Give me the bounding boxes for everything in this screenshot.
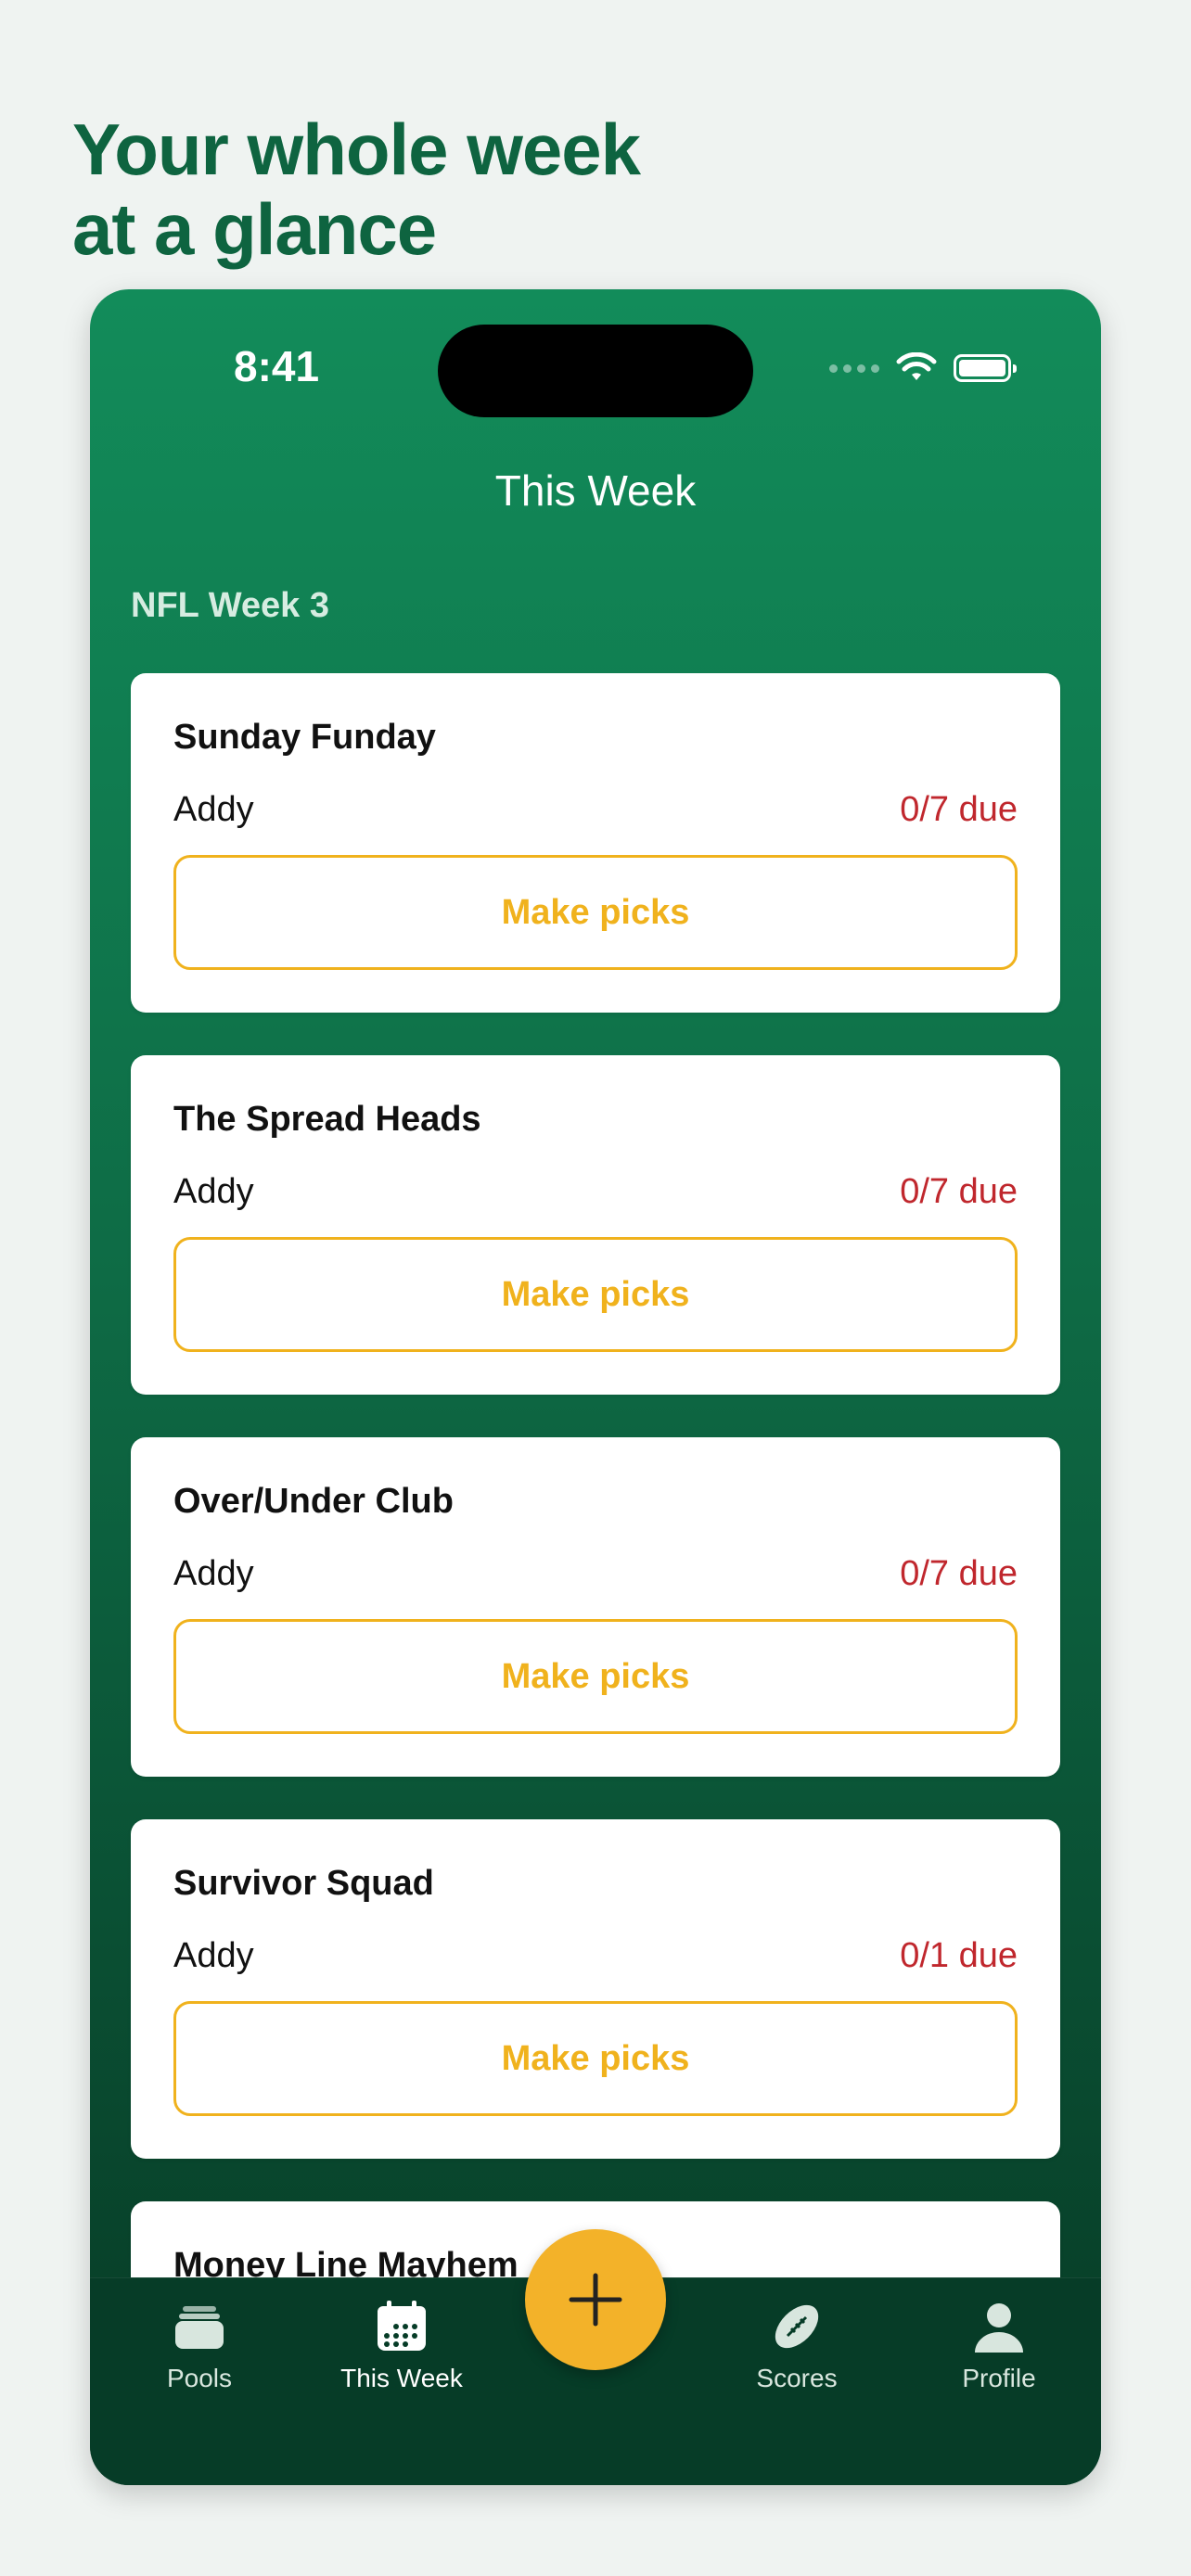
battery-icon	[954, 354, 1017, 382]
marketing-headline: Your whole week at a glance	[72, 108, 641, 270]
pool-name: The Spread Heads	[173, 1100, 481, 1139]
football-icon	[775, 2304, 819, 2349]
pool-name: Sunday Funday	[173, 718, 436, 757]
picks-due-count: 0/7 due	[900, 790, 1018, 829]
make-picks-button[interactable]: Make picks	[173, 1619, 1018, 1734]
pool-owner: Addy	[173, 1172, 254, 1211]
headline-line-2: at a glance	[72, 188, 437, 270]
make-picks-button[interactable]: Make picks	[173, 1237, 1018, 1352]
wifi-icon	[896, 352, 937, 380]
status-time: 8:41	[234, 342, 320, 390]
tab-this-week[interactable]: This Week	[309, 2297, 494, 2393]
cellular-signal-icon	[829, 363, 879, 373]
stack-icon	[175, 2306, 224, 2349]
tab-label: Pools	[166, 2364, 233, 2392]
pool-owner: Addy	[173, 1554, 254, 1593]
make-picks-button[interactable]: Make picks	[173, 855, 1018, 970]
picks-due-count: 0/1 due	[900, 1936, 1018, 1975]
picks-due-count: 0/7 due	[900, 1172, 1018, 1211]
pool-card[interactable]: Survivor Squad Addy 0/1 due Make picks	[131, 1819, 1060, 2159]
dynamic-island	[438, 325, 753, 417]
pool-card[interactable]: Sunday Funday Addy 0/7 due Make picks	[131, 673, 1060, 1013]
tab-profile[interactable]: Profile	[906, 2297, 1092, 2393]
calendar-icon	[378, 2301, 426, 2351]
picks-due-count: 0/7 due	[900, 1554, 1018, 1593]
tab-scores[interactable]: Scores	[704, 2297, 890, 2393]
pool-owner: Addy	[173, 790, 254, 829]
tab-pools[interactable]: Pools	[107, 2297, 292, 2393]
tab-label: Scores	[756, 2364, 838, 2392]
make-picks-button[interactable]: Make picks	[173, 2001, 1018, 2116]
nav-title: This Week	[494, 466, 697, 515]
pool-card[interactable]: The Spread Heads Addy 0/7 due Make picks	[131, 1055, 1060, 1395]
pool-card[interactable]: Over/Under Club Addy 0/7 due Make picks	[131, 1437, 1060, 1777]
tab-label: This Week	[340, 2364, 463, 2392]
status-indicators	[829, 352, 1017, 384]
headline-line-1: Your whole week	[72, 108, 641, 190]
pool-name: Survivor Squad	[173, 1864, 434, 1903]
pool-owner: Addy	[173, 1936, 254, 1975]
tab-label: Profile	[962, 2364, 1036, 2392]
phone-screen: 8:41 This Week NFL Week 3 Sunday Funday …	[90, 289, 1101, 2485]
add-pool-button[interactable]	[525, 2229, 666, 2370]
week-section-label: NFL Week 3	[131, 586, 330, 625]
person-icon	[975, 2303, 1023, 2353]
pool-name: Over/Under Club	[173, 1482, 454, 1521]
plus-icon	[569, 2273, 622, 2327]
